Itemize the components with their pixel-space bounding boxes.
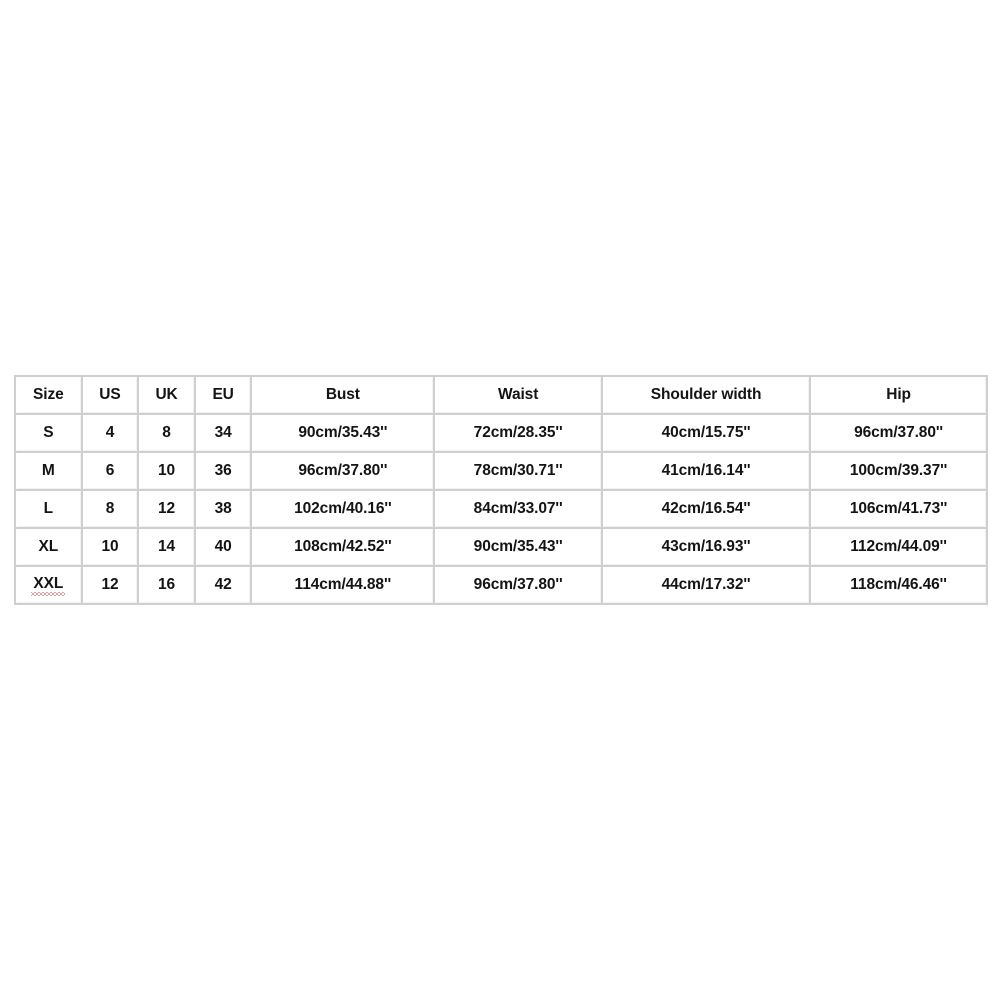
cell-hip: 106cm/41.73'' (811, 491, 988, 529)
cell-hip: 100cm/39.37'' (811, 453, 988, 491)
cell-size: XXL (16, 567, 83, 605)
cell-bust: 102cm/40.16'' (252, 491, 436, 529)
cell-hip: 96cm/37.80'' (811, 415, 988, 453)
cell-hip: 118cm/46.46'' (811, 567, 988, 605)
column-header-waist: Waist (435, 377, 603, 415)
cell-bust: 114cm/44.88'' (252, 567, 436, 605)
cell-uk: 8 (139, 415, 196, 453)
cell-size: M (16, 453, 83, 491)
cell-uk: 12 (139, 491, 196, 529)
cell-eu: 34 (195, 415, 253, 453)
cell-size: S (16, 415, 83, 453)
column-header-eu: EU (195, 377, 253, 415)
table-row: S 4 8 34 90cm/35.43'' 72cm/28.35'' 40cm/… (16, 415, 988, 453)
cell-uk: 14 (139, 529, 196, 567)
table-header-row: Size US UK EU Bust Waist Shoulder width … (16, 377, 988, 415)
cell-bust: 96cm/37.80'' (252, 453, 436, 491)
cell-waist: 96cm/37.80'' (435, 567, 603, 605)
size-chart-container: Size US UK EU Bust Waist Shoulder width … (14, 375, 988, 605)
page-root: { "chart_data": { "type": "table", "titl… (0, 0, 1000, 1000)
cell-shoulder-width: 40cm/15.75'' (603, 415, 812, 453)
cell-us: 10 (82, 529, 140, 567)
cell-waist: 72cm/28.35'' (435, 415, 603, 453)
table-row: XL 10 14 40 108cm/42.52'' 90cm/35.43'' 4… (16, 529, 988, 567)
column-header-size: Size (16, 377, 83, 415)
size-chart-table: Size US UK EU Bust Waist Shoulder width … (14, 375, 988, 605)
cell-uk: 10 (139, 453, 196, 491)
cell-eu: 36 (195, 453, 253, 491)
cell-eu: 42 (195, 567, 253, 605)
table-row: XXL 12 16 42 114cm/44.88'' 96cm/37.80'' … (16, 567, 988, 605)
cell-uk: 16 (139, 567, 196, 605)
column-header-bust: Bust (252, 377, 436, 415)
cell-us: 12 (82, 567, 140, 605)
column-header-hip: Hip (811, 377, 988, 415)
cell-waist: 84cm/33.07'' (435, 491, 603, 529)
size-chart-body: Size US UK EU Bust Waist Shoulder width … (16, 377, 988, 605)
cell-shoulder-width: 43cm/16.93'' (603, 529, 812, 567)
cell-size: XL (16, 529, 83, 567)
cell-bust: 90cm/35.43'' (252, 415, 436, 453)
cell-eu: 40 (195, 529, 253, 567)
column-header-us: US (82, 377, 140, 415)
cell-us: 6 (82, 453, 140, 491)
cell-waist: 90cm/35.43'' (435, 529, 603, 567)
table-row: M 6 10 36 96cm/37.80'' 78cm/30.71'' 41cm… (16, 453, 988, 491)
cell-us: 8 (82, 491, 140, 529)
cell-us: 4 (82, 415, 140, 453)
column-header-uk: UK (139, 377, 196, 415)
cell-bust: 108cm/42.52'' (252, 529, 436, 567)
cell-shoulder-width: 41cm/16.14'' (603, 453, 812, 491)
cell-size-misspelled-text: XXL (31, 575, 66, 596)
column-header-shoulder-width: Shoulder width (603, 377, 812, 415)
cell-size: L (16, 491, 83, 529)
table-row: L 8 12 38 102cm/40.16'' 84cm/33.07'' 42c… (16, 491, 988, 529)
cell-shoulder-width: 42cm/16.54'' (603, 491, 812, 529)
cell-waist: 78cm/30.71'' (435, 453, 603, 491)
cell-eu: 38 (195, 491, 253, 529)
cell-shoulder-width: 44cm/17.32'' (603, 567, 812, 605)
cell-hip: 112cm/44.09'' (811, 529, 988, 567)
